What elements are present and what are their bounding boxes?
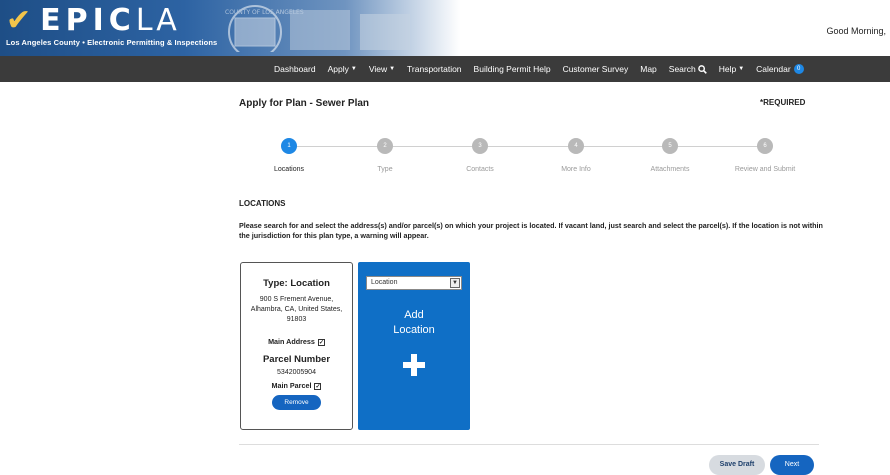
step-locations[interactable]: 1 Locations bbox=[241, 138, 337, 173]
nav-search[interactable]: Search bbox=[669, 64, 707, 74]
location-card: Type: Location 900 S Frement Avenue, Alh… bbox=[240, 262, 353, 430]
caret-down-icon: ▼ bbox=[350, 66, 357, 72]
caret-down-icon: ▼ bbox=[389, 66, 396, 72]
save-draft-button[interactable]: Save Draft bbox=[709, 455, 765, 475]
calendar-count-badge: 0 bbox=[793, 64, 804, 74]
add-location-label: Add Location bbox=[393, 309, 435, 336]
main-address-row: Main Address ✓ bbox=[268, 337, 325, 346]
step-more-info[interactable]: 4 More Info bbox=[528, 138, 624, 173]
search-icon bbox=[697, 64, 707, 74]
step-number: 4 bbox=[568, 138, 584, 154]
remove-button[interactable]: Remove bbox=[272, 395, 321, 410]
add-location-card[interactable]: Location ▼ Add Location bbox=[358, 262, 470, 430]
svg-text:COUNTY OF LOS ANGELES: COUNTY OF LOS ANGELES bbox=[225, 9, 304, 16]
location-address: 900 S Frement Avenue, Alhambra, CA, Unit… bbox=[250, 296, 343, 323]
step-label: Locations bbox=[274, 166, 304, 173]
step-contacts[interactable]: 3 Contacts bbox=[432, 138, 528, 173]
main-parcel-row: Main Parcel ✓ bbox=[271, 381, 322, 390]
step-review-submit[interactable]: 6 Review and Submit bbox=[717, 138, 813, 173]
nav-building-permit-help[interactable]: Building Permit Help bbox=[474, 64, 551, 74]
step-number: 2 bbox=[377, 138, 393, 154]
location-type-label: Type: Location bbox=[263, 278, 330, 289]
page-title: Apply for Plan - Sewer Plan bbox=[239, 98, 370, 109]
step-attachments[interactable]: 5 Attachments bbox=[622, 138, 718, 173]
nav-customer-survey[interactable]: Customer Survey bbox=[563, 64, 629, 74]
brand-banner[interactable]: ✔ EPICLA Los Angeles County • Electronic … bbox=[0, 0, 460, 56]
epicla-logo[interactable]: ✔ EPICLA bbox=[6, 6, 180, 36]
brand-subtitle: Los Angeles County • Electronic Permitti… bbox=[6, 38, 218, 47]
nav-calendar[interactable]: Calendar 0 bbox=[756, 64, 804, 74]
county-seal-image: COUNTY OF LOS ANGELES bbox=[225, 5, 410, 52]
main-nav: Dashboard Apply ▼ View ▼ Transportation Bu… bbox=[0, 56, 890, 82]
parcel-number-value: 5342005904 bbox=[277, 369, 316, 376]
greeting-text: Good Morning, bbox=[826, 26, 886, 36]
nav-dashboard[interactable]: Dashboard bbox=[274, 64, 316, 74]
check-icon: ✔ bbox=[6, 3, 37, 38]
location-type-select[interactable]: Location ▼ bbox=[366, 276, 462, 290]
wizard-stepper: 1 Locations 2 Type 3 Contacts 4 More Inf… bbox=[239, 138, 819, 178]
nav-map[interactable]: Map bbox=[640, 64, 657, 74]
nav-view[interactable]: View ▼ bbox=[369, 64, 395, 74]
step-label: Contacts bbox=[466, 166, 494, 173]
main-parcel-checkbox[interactable]: ✓ bbox=[314, 382, 322, 390]
required-note: *REQUIRED bbox=[760, 98, 806, 107]
nav-help[interactable]: Help ▼ bbox=[719, 64, 744, 74]
nav-transportation[interactable]: Transportation bbox=[407, 64, 462, 74]
step-type[interactable]: 2 Type bbox=[337, 138, 433, 173]
footer-divider bbox=[239, 444, 819, 445]
next-button[interactable]: Next bbox=[770, 455, 814, 475]
header: ✔ EPICLA Los Angeles County • Electronic … bbox=[0, 0, 890, 56]
step-number: 6 bbox=[757, 138, 773, 154]
parcel-number-title: Parcel Number bbox=[262, 354, 331, 365]
step-label: Type bbox=[377, 166, 393, 173]
step-number: 1 bbox=[281, 138, 297, 154]
step-label: Attachments bbox=[650, 166, 690, 173]
dropdown-arrow-icon: ▼ bbox=[450, 278, 460, 288]
main-address-checkbox[interactable]: ✓ bbox=[317, 338, 325, 346]
step-label: More Info bbox=[561, 166, 591, 173]
step-label: Review and Submit bbox=[734, 166, 796, 173]
section-title: LOCATIONS bbox=[239, 199, 286, 208]
step-number: 5 bbox=[662, 138, 678, 154]
plus-icon[interactable] bbox=[403, 354, 425, 376]
step-number: 3 bbox=[472, 138, 488, 154]
caret-down-icon: ▼ bbox=[738, 66, 745, 72]
nav-apply[interactable]: Apply ▼ bbox=[328, 64, 357, 74]
instructions-text: Please search for and select the address… bbox=[239, 221, 823, 240]
